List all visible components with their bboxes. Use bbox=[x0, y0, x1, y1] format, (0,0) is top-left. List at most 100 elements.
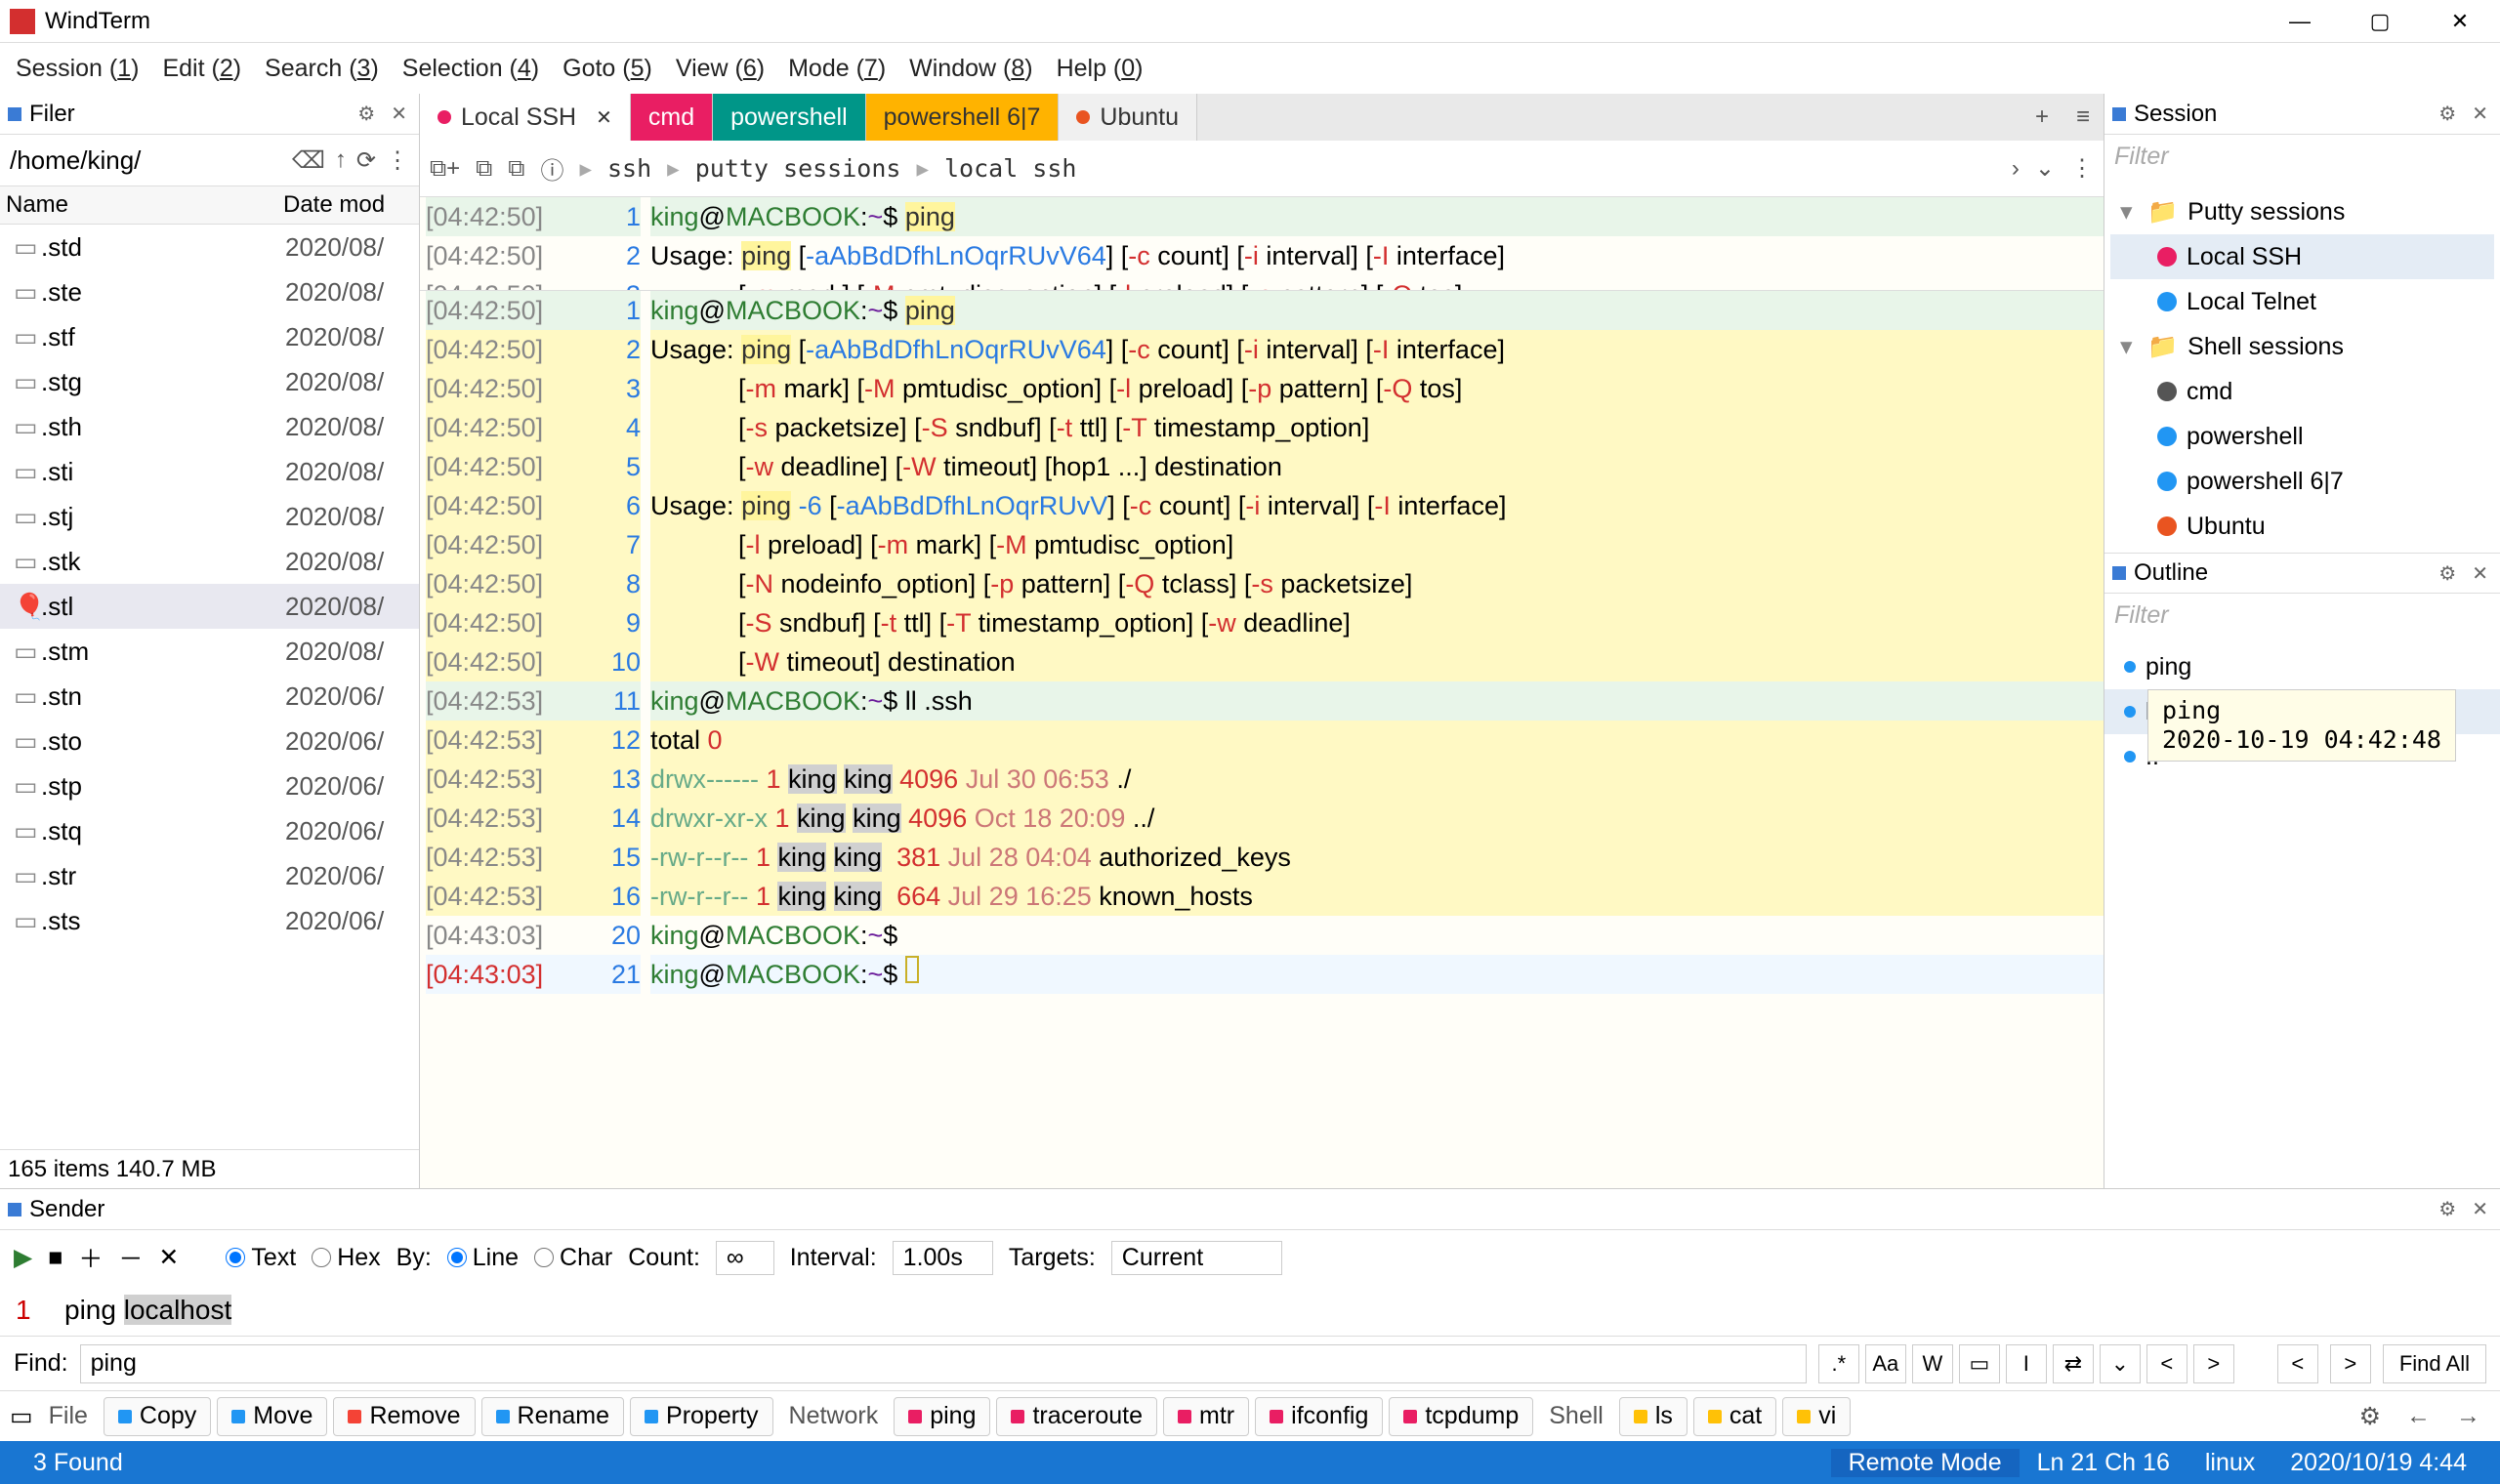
maximize-button[interactable]: ▢ bbox=[2340, 0, 2420, 43]
up-icon[interactable]: ↑ bbox=[335, 146, 347, 174]
tab-Ubuntu[interactable]: Ubuntu bbox=[1059, 94, 1197, 141]
tab-powershell[interactable]: powershell bbox=[713, 94, 866, 141]
copy-icon[interactable]: ⧉ bbox=[476, 155, 492, 183]
filer-row[interactable]: ▭.stm2020/08/ bbox=[0, 629, 419, 674]
clear-icon[interactable]: ✕ bbox=[158, 1243, 179, 1272]
find-opt-button[interactable]: > bbox=[2193, 1344, 2234, 1383]
gear-icon[interactable]: ⚙ bbox=[2435, 1197, 2460, 1221]
filer-row[interactable]: ▭.sth2020/08/ bbox=[0, 404, 419, 449]
tab-menu-icon[interactable]: ≡ bbox=[2062, 94, 2104, 141]
targets-select[interactable]: Current bbox=[1111, 1241, 1282, 1275]
find-all-button[interactable]: Find All bbox=[2383, 1344, 2486, 1383]
find-opt-button[interactable]: Aa bbox=[1865, 1344, 1906, 1383]
close-icon[interactable]: ✕ bbox=[387, 102, 411, 126]
quick-ls[interactable]: ls bbox=[1619, 1397, 1688, 1436]
quick-Remove[interactable]: Remove bbox=[333, 1397, 475, 1436]
filer-row[interactable]: ▭.stk2020/08/ bbox=[0, 539, 419, 584]
dup-icon[interactable]: ⧉ bbox=[508, 155, 524, 183]
refresh-icon[interactable]: ⟳ bbox=[356, 146, 376, 175]
session-tree[interactable]: ▾📁Putty sessionsLocal SSHLocal Telnet▾📁S… bbox=[2104, 186, 2500, 553]
col-name[interactable]: Name bbox=[0, 191, 283, 219]
menu-selection[interactable]: Selection (4) bbox=[398, 51, 543, 87]
filer-row[interactable]: ▭.stq2020/06/ bbox=[0, 808, 419, 853]
menu-icon[interactable]: ⋮ bbox=[2070, 154, 2094, 183]
filer-row[interactable]: ▭.sts2020/06/ bbox=[0, 898, 419, 943]
quick-Rename[interactable]: Rename bbox=[481, 1397, 625, 1436]
menu-mode[interactable]: Mode (7) bbox=[784, 51, 890, 87]
gear-icon[interactable]: ⚙ bbox=[2435, 561, 2460, 586]
filer-row[interactable]: ▭.std2020/08/ bbox=[0, 225, 419, 269]
menu-window[interactable]: Window (8) bbox=[905, 51, 1036, 87]
quick-cat[interactable]: cat bbox=[1693, 1397, 1776, 1436]
quick-traceroute[interactable]: traceroute bbox=[996, 1397, 1157, 1436]
close-icon[interactable]: ✕ bbox=[2468, 1197, 2492, 1221]
more-icon[interactable]: ⋮ bbox=[386, 146, 409, 175]
quick-Property[interactable]: Property bbox=[630, 1397, 772, 1436]
find-opt-button[interactable]: ⌄ bbox=[2100, 1344, 2141, 1383]
path-text[interactable]: /home/king/ bbox=[10, 145, 282, 176]
session-item[interactable]: Local Telnet bbox=[2110, 279, 2494, 324]
outline-item[interactable]: llping2020-10-19 04:42:48 bbox=[2104, 689, 2500, 734]
next-icon[interactable]: › bbox=[2012, 155, 2020, 183]
crumb-2[interactable]: local ssh bbox=[944, 154, 1076, 183]
tab-powershell-6-7[interactable]: powershell 6|7 bbox=[866, 94, 1060, 141]
filer-row[interactable]: ▭.sto2020/06/ bbox=[0, 719, 419, 763]
menu-goto[interactable]: Goto (5) bbox=[559, 51, 656, 87]
count-input[interactable]: ∞ bbox=[716, 1241, 774, 1275]
stop-icon[interactable]: ■ bbox=[48, 1244, 62, 1272]
char-radio[interactable]: Char bbox=[534, 1244, 612, 1272]
close-icon[interactable]: ✕ bbox=[2468, 561, 2492, 586]
find-opt-button[interactable]: I bbox=[2006, 1344, 2047, 1383]
interval-input[interactable]: 1.00s bbox=[893, 1241, 993, 1275]
minimize-button[interactable]: — bbox=[2260, 0, 2340, 43]
quick-ping[interactable]: ping bbox=[894, 1397, 990, 1436]
session-item[interactable]: Local SSH bbox=[2110, 234, 2494, 279]
session-item[interactable]: Ubuntu bbox=[2110, 504, 2494, 549]
menu-search[interactable]: Search (3) bbox=[261, 51, 383, 87]
find-opt-button[interactable]: ⇄ bbox=[2053, 1344, 2094, 1383]
hex-radio[interactable]: Hex bbox=[312, 1244, 380, 1272]
menu-help[interactable]: Help (0) bbox=[1053, 51, 1147, 87]
find-opt-button[interactable]: W bbox=[1912, 1344, 1953, 1383]
close-icon[interactable]: ✕ bbox=[2468, 102, 2492, 126]
find-input[interactable] bbox=[80, 1344, 1807, 1383]
session-filter[interactable]: Filter bbox=[2104, 135, 2500, 186]
add-icon[interactable]: ＋ bbox=[78, 1240, 103, 1275]
quickbar-icon[interactable]: ▭ bbox=[10, 1402, 33, 1431]
remove-icon[interactable]: － bbox=[118, 1240, 143, 1275]
filer-row[interactable]: ▭.ste2020/08/ bbox=[0, 269, 419, 314]
gear-icon[interactable]: ⚙ bbox=[354, 102, 379, 126]
outline-filter[interactable]: Filter bbox=[2104, 594, 2500, 644]
close-button[interactable]: ✕ bbox=[2420, 0, 2500, 43]
find-next-button[interactable]: > bbox=[2330, 1344, 2371, 1383]
crumb-0[interactable]: ssh bbox=[607, 154, 651, 183]
outline-item[interactable]: ping bbox=[2104, 644, 2500, 689]
outline-list[interactable]: pingllping2020-10-19 04:42:48.. bbox=[2104, 644, 2500, 1188]
quickbar-nav-icon[interactable]: → bbox=[2446, 1402, 2490, 1430]
crumb-1[interactable]: putty sessions bbox=[695, 154, 901, 183]
filer-row[interactable]: ▭.stp2020/06/ bbox=[0, 763, 419, 808]
quick-mtr[interactable]: mtr bbox=[1163, 1397, 1249, 1436]
info-icon[interactable]: ⓘ bbox=[540, 151, 563, 186]
tab-cmd[interactable]: cmd bbox=[631, 94, 713, 141]
filer-row[interactable]: ▭.stn2020/06/ bbox=[0, 674, 419, 719]
filer-row[interactable]: ▭.stg2020/08/ bbox=[0, 359, 419, 404]
line-radio[interactable]: Line bbox=[447, 1244, 519, 1272]
filer-row[interactable]: 🎈.stl2020/08/ bbox=[0, 584, 419, 629]
tab-Local-SSH[interactable]: Local SSH✕ bbox=[420, 94, 631, 141]
text-radio[interactable]: Text bbox=[226, 1244, 296, 1272]
filer-row[interactable]: ▭.stf2020/08/ bbox=[0, 314, 419, 359]
gear-icon[interactable]: ⚙ bbox=[2435, 102, 2460, 126]
session-item[interactable]: powershell 6|7 bbox=[2110, 459, 2494, 504]
new-tab-icon[interactable]: ⧉+ bbox=[430, 155, 460, 183]
find-opt-button[interactable]: ▭ bbox=[1959, 1344, 2000, 1383]
col-date[interactable]: Date mod bbox=[283, 191, 419, 219]
quick-ifconfig[interactable]: ifconfig bbox=[1255, 1397, 1383, 1436]
terminal[interactable]: [04:42:50][04:42:50][04:42:50]123king@MA… bbox=[420, 197, 2104, 1188]
session-group[interactable]: ▾📁Shell sessions bbox=[2110, 324, 2494, 369]
filer-row[interactable]: ▭.sti2020/08/ bbox=[0, 449, 419, 494]
sender-editor[interactable]: 1 ping localhost bbox=[0, 1285, 2500, 1336]
new-tab-icon[interactable]: + bbox=[2021, 94, 2062, 141]
session-item[interactable]: cmd bbox=[2110, 369, 2494, 414]
session-group[interactable]: ▾📁Putty sessions bbox=[2110, 189, 2494, 234]
